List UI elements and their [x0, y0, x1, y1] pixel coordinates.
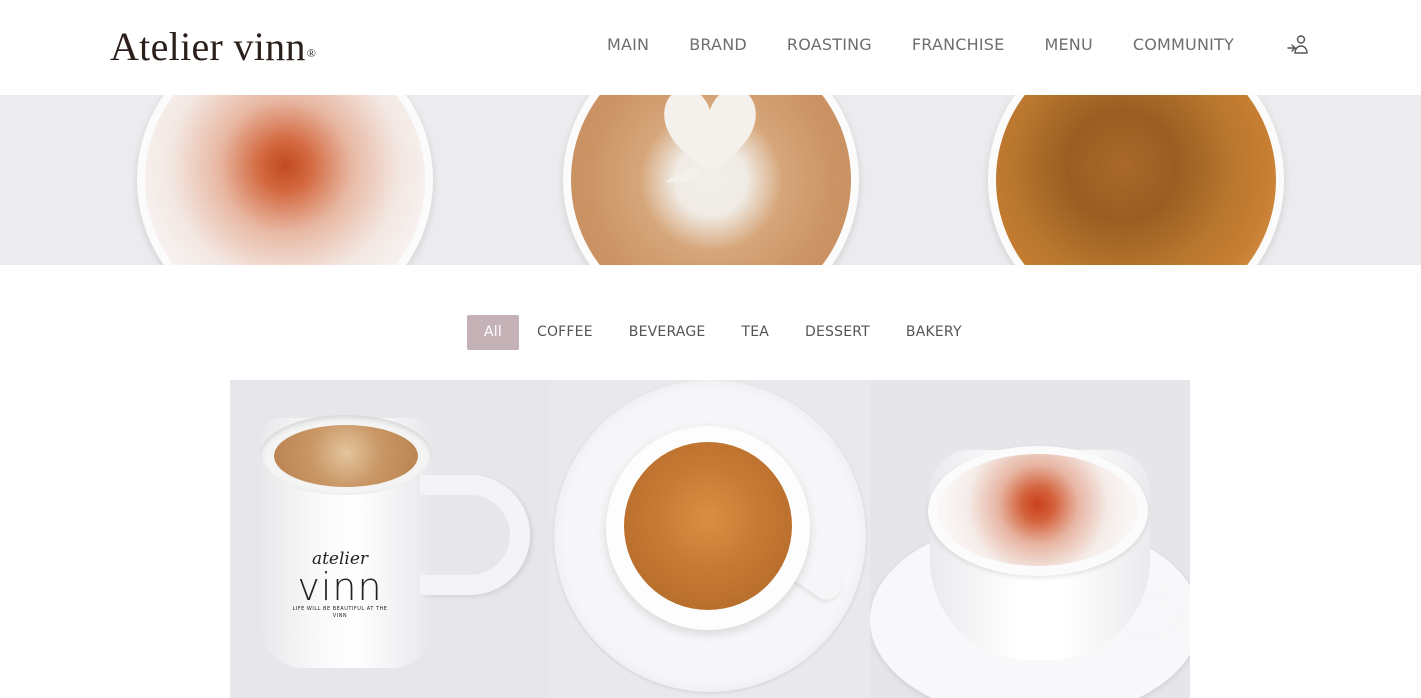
- registered-mark: ®: [306, 46, 317, 60]
- tab-tea[interactable]: TEA: [723, 315, 787, 350]
- nav-main[interactable]: MAIN: [607, 35, 649, 55]
- mug-print-main: vinn: [297, 565, 383, 609]
- hero-espresso-image: [988, 95, 1284, 265]
- nav-menu[interactable]: MENU: [1044, 35, 1092, 55]
- main-nav: MAIN BRAND ROASTING FRANCHISE MENU COMMU…: [607, 35, 1234, 55]
- site-header: Atelier vinn® MAIN BRAND ROASTING FRANCH…: [0, 0, 1421, 95]
- brand-logo[interactable]: Atelier vinn®: [110, 24, 316, 70]
- product-card-espresso[interactable]: [550, 380, 870, 698]
- nav-brand[interactable]: BRAND: [689, 35, 747, 55]
- menu-category-tabs: All COFFEE BEVERAGE TEA DESSERT BAKERY: [467, 315, 980, 350]
- product-card-americano[interactable]: atelier vinn LIFE WILL BE BEAUTIFUL AT T…: [230, 380, 550, 698]
- product-grid: atelier vinn LIFE WILL BE BEAUTIFUL AT T…: [230, 380, 1190, 698]
- tab-coffee[interactable]: COFFEE: [519, 315, 611, 350]
- logo-text: Atelier vinn: [110, 24, 306, 69]
- nav-roasting[interactable]: ROASTING: [787, 35, 872, 55]
- hero-latte-art-image: [563, 95, 859, 265]
- hero-cappuccino-image: [137, 95, 433, 265]
- tab-beverage[interactable]: BEVERAGE: [611, 315, 724, 350]
- tab-dessert[interactable]: DESSERT: [787, 315, 888, 350]
- mug-logo-print: atelier vinn LIFE WILL BE BEAUTIFUL AT T…: [290, 550, 390, 620]
- mug-print-tagline: LIFE WILL BE BEAUTIFUL AT THE VINN: [292, 606, 388, 619]
- tab-bakery[interactable]: BAKERY: [888, 315, 980, 350]
- product-card-cappuccino[interactable]: [870, 380, 1190, 698]
- nav-franchise[interactable]: FRANCHISE: [912, 35, 1005, 55]
- hero-banner: [0, 95, 1421, 265]
- nav-community[interactable]: COMMUNITY: [1133, 35, 1234, 55]
- tab-all[interactable]: All: [467, 315, 519, 350]
- login-user-icon[interactable]: [1286, 33, 1310, 57]
